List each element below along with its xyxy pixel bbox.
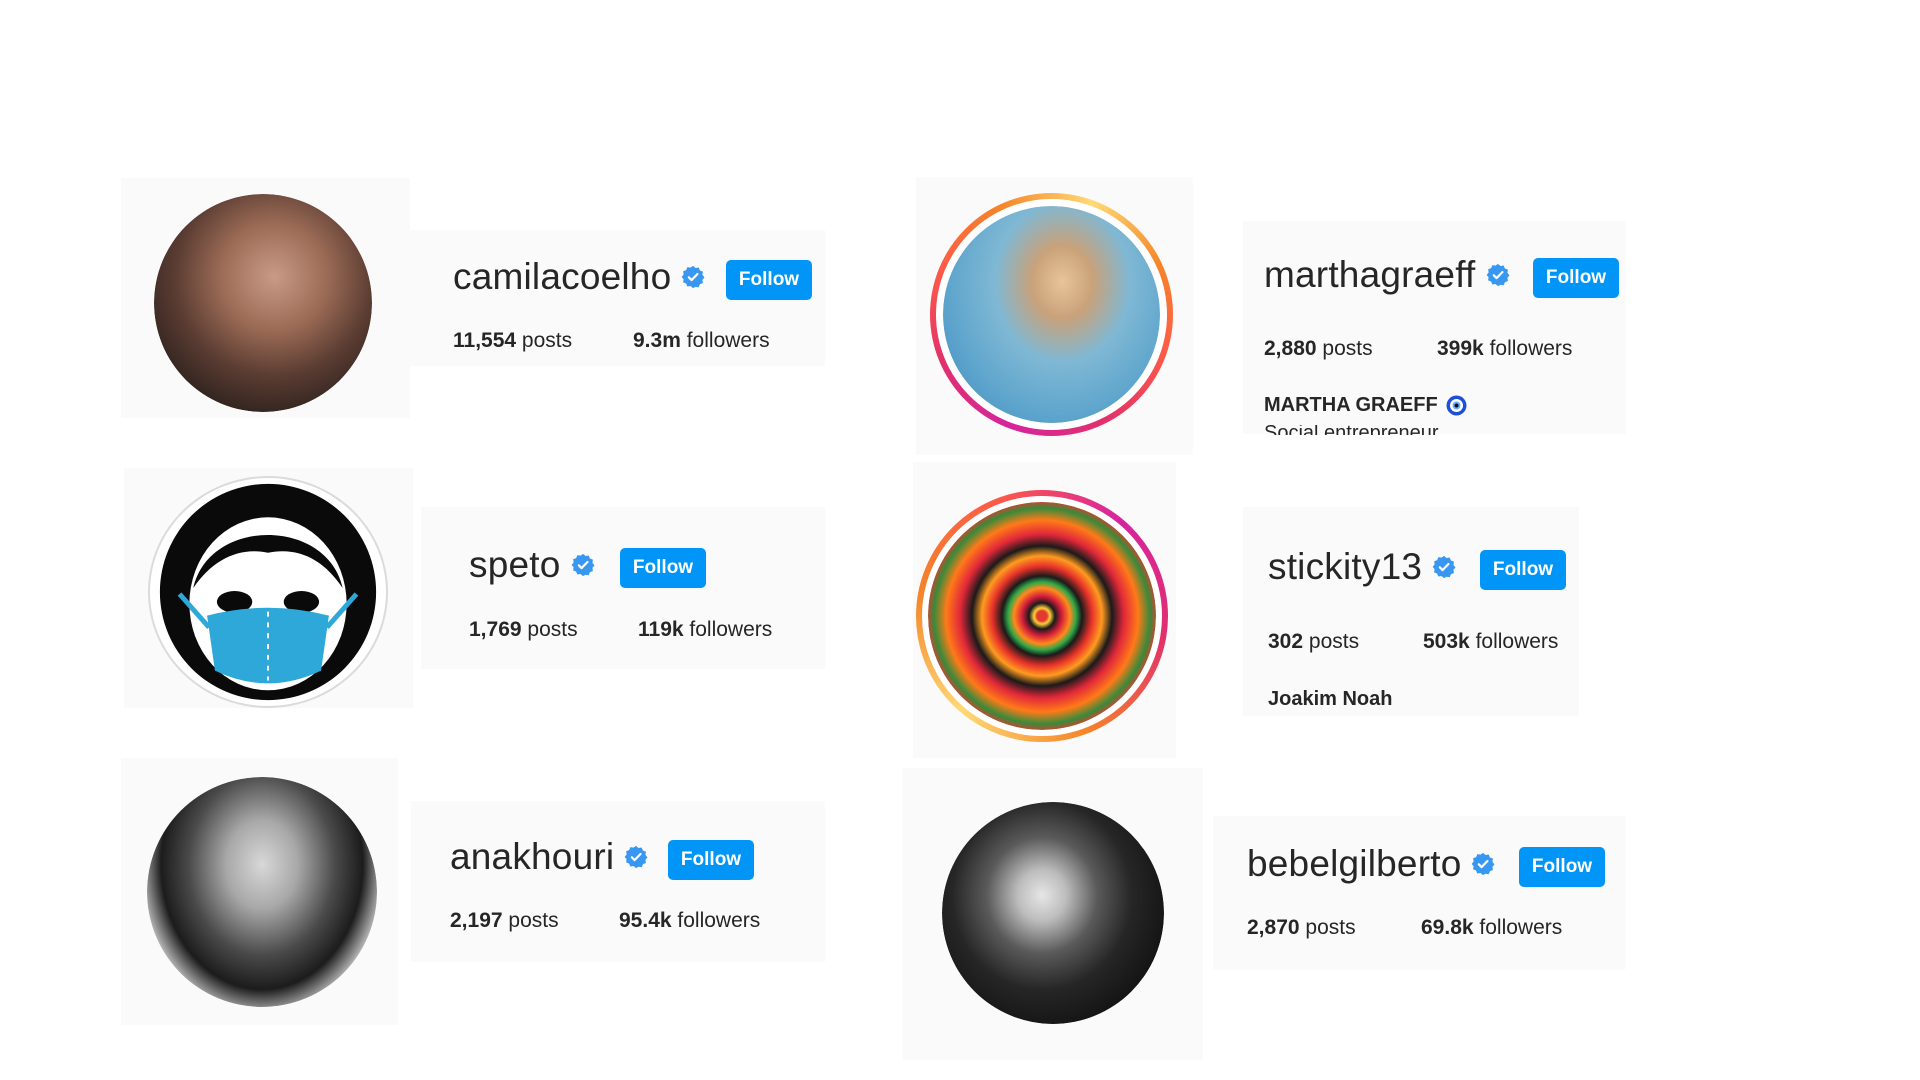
follow-button[interactable]: Follow bbox=[1519, 847, 1605, 887]
posts-count: 11,554 posts bbox=[453, 329, 572, 353]
posts-label: posts bbox=[527, 618, 578, 641]
username-row: camilacoelho bbox=[453, 256, 705, 298]
username-row: anakhouri bbox=[450, 836, 648, 878]
profile-avatar[interactable] bbox=[154, 194, 372, 412]
posts-count-value: 302 bbox=[1268, 630, 1304, 653]
profile-info-card bbox=[421, 507, 825, 669]
posts-count: 2,880 posts bbox=[1264, 337, 1373, 361]
username[interactable]: speto bbox=[469, 544, 561, 586]
followers-count[interactable]: 119k followers bbox=[638, 618, 772, 642]
posts-count: 302 posts bbox=[1268, 630, 1359, 654]
followers-count[interactable]: 503k followers bbox=[1423, 630, 1558, 654]
profile-info-card bbox=[1213, 816, 1625, 970]
full-name: MARTHA GRAEFF bbox=[1264, 394, 1467, 417]
followers-count-value: 95.4k bbox=[619, 909, 672, 932]
profile-avatar[interactable] bbox=[148, 476, 388, 708]
posts-count: 1,769 posts bbox=[469, 618, 578, 642]
bio-text: Social entrepreneur bbox=[1264, 425, 1439, 435]
followers-count-value: 399k bbox=[1437, 337, 1484, 360]
username[interactable]: marthagraeff bbox=[1264, 254, 1476, 296]
profile-info-card bbox=[411, 801, 825, 962]
followers-label: followers bbox=[689, 618, 773, 641]
verified-badge-icon bbox=[571, 553, 595, 577]
profile-avatar[interactable] bbox=[928, 502, 1156, 730]
verified-badge-icon bbox=[681, 265, 705, 289]
profile-info-card bbox=[1243, 507, 1579, 716]
verified-badge-icon bbox=[1471, 852, 1495, 876]
followers-label: followers bbox=[686, 329, 770, 352]
posts-count-value: 2,197 bbox=[450, 909, 503, 932]
posts-count-value: 1,769 bbox=[469, 618, 522, 641]
verified-badge-icon bbox=[1432, 555, 1456, 579]
posts-count: 2,197 posts bbox=[450, 909, 559, 933]
posts-label: posts bbox=[521, 329, 573, 352]
posts-count-value: 2,870 bbox=[1247, 916, 1300, 939]
username-row: speto bbox=[469, 544, 595, 586]
follow-button[interactable]: Follow bbox=[620, 548, 706, 588]
full-name: Joakim Noah bbox=[1268, 688, 1393, 710]
posts-count-value: 2,880 bbox=[1264, 337, 1317, 360]
posts-label: posts bbox=[1305, 916, 1356, 939]
posts-count-value: 11,554 bbox=[453, 329, 517, 352]
verified-badge-icon bbox=[1486, 263, 1510, 287]
follow-button[interactable]: Follow bbox=[1533, 258, 1619, 298]
username[interactable]: stickity13 bbox=[1268, 546, 1422, 588]
followers-count-value: 9.3m bbox=[633, 329, 681, 352]
masked-face-illustration bbox=[159, 483, 377, 701]
followers-label: followers bbox=[1475, 630, 1559, 653]
follow-button[interactable]: Follow bbox=[726, 260, 812, 300]
username[interactable]: camilacoelho bbox=[453, 256, 671, 298]
follow-button[interactable]: Follow bbox=[1480, 550, 1566, 590]
username-row: marthagraeff bbox=[1264, 254, 1510, 296]
followers-count[interactable]: 69.8k followers bbox=[1421, 916, 1562, 940]
followers-label: followers bbox=[677, 909, 761, 932]
followers-label: followers bbox=[1489, 337, 1573, 360]
followers-count-value: 503k bbox=[1423, 630, 1470, 653]
profile-avatar[interactable] bbox=[942, 802, 1164, 1024]
username[interactable]: bebelgilberto bbox=[1247, 843, 1461, 885]
username-row: bebelgilberto bbox=[1247, 843, 1495, 885]
profile-avatar[interactable] bbox=[147, 777, 377, 1007]
bio-clip: Social entrepreneur bbox=[1243, 425, 1626, 435]
username-row: stickity13 bbox=[1268, 546, 1456, 588]
followers-count[interactable]: 9.3m followers bbox=[633, 329, 770, 353]
follow-button[interactable]: Follow bbox=[668, 840, 754, 880]
verified-badge-icon bbox=[624, 845, 648, 869]
posts-label: posts bbox=[508, 909, 559, 932]
followers-count-value: 69.8k bbox=[1421, 916, 1474, 939]
followers-count-value: 119k bbox=[638, 618, 684, 641]
posts-label: posts bbox=[1308, 630, 1360, 653]
full-name-text: MARTHA GRAEFF bbox=[1264, 394, 1438, 416]
posts-label: posts bbox=[1322, 337, 1373, 360]
posts-count: 2,870 posts bbox=[1247, 916, 1356, 940]
followers-count[interactable]: 399k followers bbox=[1437, 337, 1572, 361]
followers-label: followers bbox=[1479, 916, 1563, 939]
username[interactable]: anakhouri bbox=[450, 836, 614, 878]
nazar-eye-icon bbox=[1446, 395, 1467, 416]
followers-count[interactable]: 95.4k followers bbox=[619, 909, 760, 933]
profile-avatar[interactable] bbox=[943, 206, 1160, 423]
